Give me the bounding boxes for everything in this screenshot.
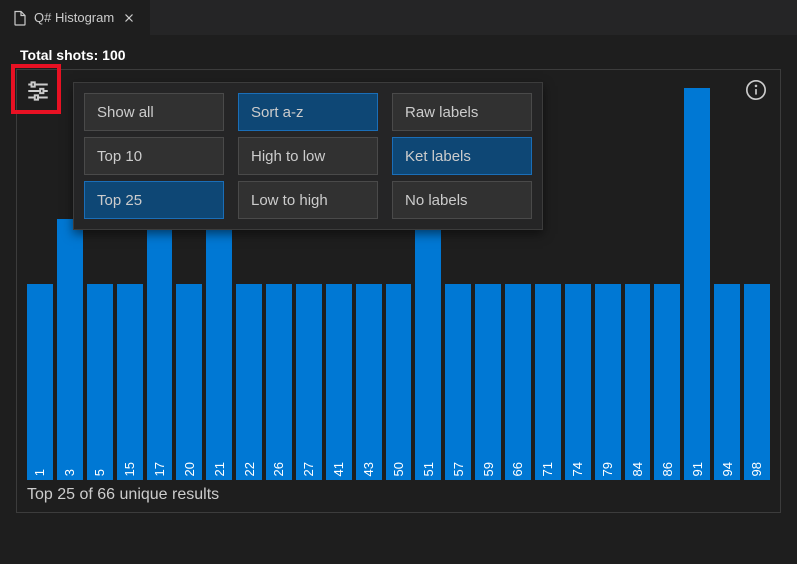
histogram-bar[interactable]: 86 bbox=[654, 284, 680, 480]
histogram-bar[interactable]: 98 bbox=[744, 284, 770, 480]
bar-label: 66 bbox=[510, 458, 525, 480]
option-group: Raw labels Ket labels No labels bbox=[392, 93, 532, 219]
option-top-25[interactable]: Top 25 bbox=[84, 181, 224, 219]
sliders-icon bbox=[25, 78, 51, 104]
histogram-bar[interactable]: 43 bbox=[356, 284, 382, 480]
bar-label: 86 bbox=[660, 458, 675, 480]
histogram-bar[interactable]: 74 bbox=[565, 284, 591, 480]
option-top-10[interactable]: Top 10 bbox=[84, 137, 224, 175]
file-icon bbox=[12, 10, 28, 26]
bar-label: 50 bbox=[391, 458, 406, 480]
bar-label: 84 bbox=[630, 458, 645, 480]
bar-label: 26 bbox=[271, 458, 286, 480]
bar-label: 94 bbox=[720, 458, 735, 480]
histogram-bar[interactable]: 20 bbox=[176, 284, 202, 480]
settings-button[interactable] bbox=[23, 76, 53, 106]
bar-label: 3 bbox=[62, 465, 77, 480]
footer-text: Top 25 of 66 unique results bbox=[27, 486, 770, 504]
histogram-panel: Show all Top 10 Top 25 Sort a-z High to low L… bbox=[16, 69, 781, 513]
bar-label: 91 bbox=[690, 458, 705, 480]
histogram-bar[interactable]: 41 bbox=[326, 284, 352, 480]
bar-label: 98 bbox=[749, 458, 764, 480]
bar-label: 21 bbox=[212, 458, 227, 480]
tab-q-histogram[interactable]: Q# Histogram bbox=[0, 0, 151, 35]
option-group: Sort a-z High to low Low to high bbox=[238, 93, 378, 219]
histogram-bar[interactable]: 5 bbox=[87, 284, 113, 480]
histogram-bar[interactable]: 1 bbox=[27, 284, 53, 480]
histogram-bar[interactable]: 50 bbox=[386, 284, 412, 480]
histogram-bar[interactable]: 84 bbox=[625, 284, 651, 480]
bar-label: 22 bbox=[242, 458, 257, 480]
info-button[interactable] bbox=[744, 78, 768, 102]
histogram-bar[interactable]: 15 bbox=[117, 284, 143, 480]
bar-label: 41 bbox=[331, 458, 346, 480]
bar-label: 1 bbox=[32, 465, 47, 480]
histogram-bar[interactable]: 94 bbox=[714, 284, 740, 480]
info-icon bbox=[745, 79, 767, 101]
histogram-bar[interactable]: 3 bbox=[57, 219, 83, 480]
option-low-to-high[interactable]: Low to high bbox=[238, 181, 378, 219]
bar-label: 17 bbox=[152, 458, 167, 480]
histogram-bar[interactable]: 59 bbox=[475, 284, 501, 480]
option-ket-labels[interactable]: Ket labels bbox=[392, 137, 532, 175]
histogram-bar[interactable]: 27 bbox=[296, 284, 322, 480]
histogram-bar[interactable]: 22 bbox=[236, 284, 262, 480]
bar-label: 79 bbox=[600, 458, 615, 480]
bar-label: 27 bbox=[301, 458, 316, 480]
bar-label: 57 bbox=[451, 458, 466, 480]
option-show-all[interactable]: Show all bbox=[84, 93, 224, 131]
total-shots-label: Total shots: 100 bbox=[20, 47, 781, 63]
content-area: Total shots: 100 Show all Top 10 Top 25 Sor… bbox=[0, 35, 797, 523]
tab-title: Q# Histogram bbox=[34, 10, 114, 25]
bar-label: 51 bbox=[421, 458, 436, 480]
option-high-to-low[interactable]: High to low bbox=[238, 137, 378, 175]
bar-label: 20 bbox=[182, 458, 197, 480]
histogram-bar[interactable]: 51 bbox=[415, 219, 441, 480]
histogram-bar[interactable]: 91 bbox=[684, 88, 710, 480]
histogram-bar[interactable]: 66 bbox=[505, 284, 531, 480]
histogram-bar[interactable]: 21 bbox=[206, 219, 232, 480]
tab-bar: Q# Histogram bbox=[0, 0, 797, 35]
close-icon[interactable] bbox=[120, 9, 138, 27]
bar-label: 15 bbox=[122, 458, 137, 480]
options-panel: Show all Top 10 Top 25 Sort a-z High to low L… bbox=[73, 82, 543, 230]
histogram-bar[interactable]: 57 bbox=[445, 284, 471, 480]
option-raw-labels[interactable]: Raw labels bbox=[392, 93, 532, 131]
histogram-bar[interactable]: 79 bbox=[595, 284, 621, 480]
bar-label: 59 bbox=[481, 458, 496, 480]
bar-label: 74 bbox=[570, 458, 585, 480]
histogram-bar[interactable]: 17 bbox=[147, 219, 173, 480]
histogram-bar[interactable]: 71 bbox=[535, 284, 561, 480]
option-group: Show all Top 10 Top 25 bbox=[84, 93, 224, 219]
bar-label: 43 bbox=[361, 458, 376, 480]
option-sort-a-z[interactable]: Sort a-z bbox=[238, 93, 378, 131]
option-no-labels[interactable]: No labels bbox=[392, 181, 532, 219]
histogram-bar[interactable]: 26 bbox=[266, 284, 292, 480]
bar-label: 5 bbox=[92, 465, 107, 480]
bar-label: 71 bbox=[540, 458, 555, 480]
